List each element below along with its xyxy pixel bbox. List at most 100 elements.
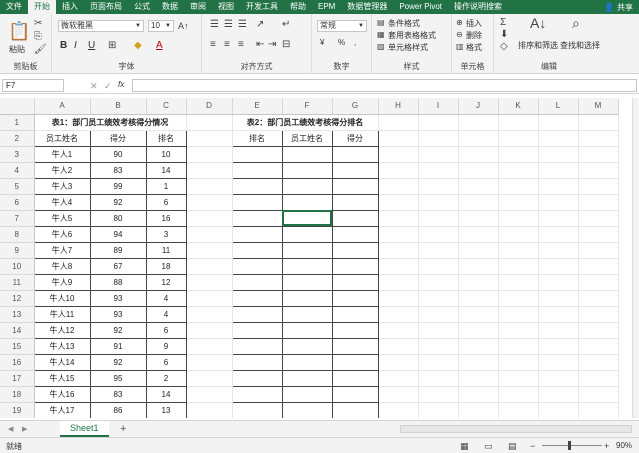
cell[interactable] [538, 210, 579, 227]
table1-cell[interactable]: 牛人8 [33, 257, 91, 275]
table1-cell[interactable]: 83 [89, 161, 147, 179]
table1-cell[interactable]: 9 [145, 337, 187, 355]
ribbon-tab[interactable]: 公式 [128, 0, 156, 14]
cell[interactable] [538, 194, 579, 211]
cell[interactable] [538, 322, 579, 339]
format-painter-icon[interactable]: 🖌 [34, 45, 47, 55]
cell[interactable] [458, 354, 499, 371]
table2-cell[interactable] [331, 273, 379, 291]
cell[interactable] [538, 290, 579, 307]
cell[interactable] [578, 130, 619, 147]
cell[interactable] [538, 146, 579, 163]
cell[interactable] [578, 402, 619, 418]
table2-cell[interactable] [281, 369, 333, 387]
cell[interactable] [538, 370, 579, 387]
zoom-level[interactable]: 90% [616, 441, 632, 450]
table2-cell[interactable] [331, 369, 379, 387]
cell[interactable] [498, 290, 539, 307]
cell[interactable] [458, 402, 499, 418]
table1-cell[interactable]: 牛人5 [33, 209, 91, 227]
table2-cell[interactable] [331, 257, 379, 275]
cell[interactable] [378, 162, 419, 179]
table2-cell[interactable] [331, 225, 379, 243]
cell[interactable] [378, 178, 419, 195]
table2-title[interactable]: 表2：部门员工绩效考核得分排名 [232, 114, 379, 131]
table2-cell[interactable] [281, 145, 333, 163]
orientation-icon[interactable]: ↗ [256, 20, 264, 30]
percent-button[interactable]: % [338, 38, 345, 47]
cell[interactable] [498, 242, 539, 259]
cell[interactable] [458, 290, 499, 307]
table-format-button[interactable]: 套用表格格式 [388, 30, 436, 41]
increase-indent-icon[interactable]: ⇥ [268, 40, 276, 50]
autosum-icon[interactable]: Σ [500, 18, 506, 28]
underline-button[interactable]: U [88, 40, 95, 51]
page-layout-icon[interactable]: ▭ [484, 441, 493, 451]
cell[interactable] [538, 258, 579, 275]
row-header[interactable]: 5 [0, 178, 35, 195]
cell[interactable] [458, 274, 499, 291]
number-format-select[interactable]: 常规 ▼ [317, 20, 367, 32]
table2-cell[interactable] [331, 241, 379, 259]
cell[interactable] [418, 146, 459, 163]
table2-cell[interactable] [231, 273, 283, 291]
table1-cell[interactable]: 6 [145, 321, 187, 339]
align-bottom-icon[interactable]: ☰ [238, 20, 247, 30]
cell[interactable] [458, 242, 499, 259]
cell[interactable] [186, 130, 233, 147]
table2-header[interactable]: 得分 [331, 129, 379, 147]
paste-icon[interactable]: 📋 [8, 22, 30, 40]
align-middle-icon[interactable]: ☰ [224, 20, 233, 30]
table2-cell[interactable] [331, 289, 379, 307]
cell[interactable] [418, 402, 459, 418]
cell[interactable] [458, 178, 499, 195]
table1-cell[interactable]: 牛人3 [33, 177, 91, 195]
table1-cell[interactable]: 牛人10 [33, 289, 91, 307]
cell[interactable] [418, 130, 459, 147]
table2-cell[interactable] [231, 289, 283, 307]
decrease-indent-icon[interactable]: ⇤ [256, 40, 264, 50]
table1-cell[interactable]: 牛人12 [33, 321, 91, 339]
table2-cell[interactable] [331, 337, 379, 355]
cell[interactable] [418, 354, 459, 371]
table1-cell[interactable]: 牛人9 [33, 273, 91, 291]
table1-cell[interactable]: 93 [89, 305, 147, 323]
cell[interactable] [378, 146, 419, 163]
table2-cell[interactable] [331, 177, 379, 195]
cell[interactable] [578, 242, 619, 259]
cell[interactable] [378, 322, 419, 339]
cell[interactable] [538, 274, 579, 291]
cell[interactable] [578, 194, 619, 211]
cell[interactable] [498, 354, 539, 371]
ribbon-tab[interactable]: 审阅 [184, 0, 212, 14]
cell[interactable] [498, 258, 539, 275]
name-box[interactable]: F7 [2, 79, 64, 92]
table2-cell[interactable] [331, 161, 379, 179]
table2-cell[interactable] [331, 145, 379, 163]
table2-cell[interactable] [331, 209, 379, 227]
table1-header[interactable]: 排名 [145, 129, 187, 147]
cell[interactable] [538, 242, 579, 259]
ribbon-tab[interactable]: 开发工具 [240, 0, 284, 14]
table1-cell[interactable]: 88 [89, 273, 147, 291]
table1-cell[interactable]: 牛人7 [33, 241, 91, 259]
insert-function-button[interactable]: fx [118, 80, 124, 89]
table2-cell[interactable] [231, 385, 283, 403]
worksheet-grid[interactable]: A B C D E F G H I J K L M 1 表1：部门员工绩效考核得分情况 表2：部门员工绩效考核… [0, 98, 632, 418]
fill-color-icon[interactable]: ◆ [134, 41, 142, 51]
table2-cell[interactable] [281, 193, 333, 211]
cell[interactable] [538, 162, 579, 179]
table1-cell[interactable]: 14 [145, 385, 187, 403]
row-header[interactable]: 13 [0, 306, 35, 323]
cell[interactable] [578, 290, 619, 307]
row-header[interactable]: 19 [0, 402, 35, 418]
cell[interactable] [186, 242, 233, 259]
table1-cell[interactable]: 80 [89, 209, 147, 227]
table1-cell[interactable]: 牛人14 [33, 353, 91, 371]
table1-cell[interactable]: 12 [145, 273, 187, 291]
row-header[interactable]: 7 [0, 210, 35, 227]
copy-icon[interactable]: ⎘ [34, 32, 42, 42]
scroll-left-icon[interactable]: ◀ [8, 425, 13, 435]
column-header[interactable]: C [146, 98, 187, 115]
cell[interactable] [186, 258, 233, 275]
